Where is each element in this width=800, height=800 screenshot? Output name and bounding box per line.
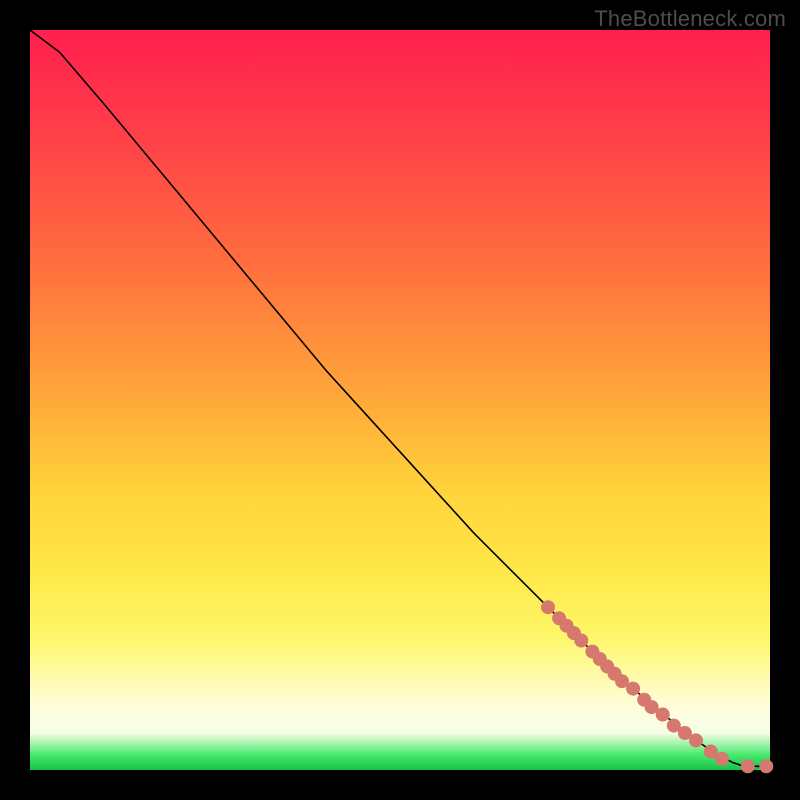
data-marker — [715, 752, 729, 766]
data-marker — [759, 759, 773, 773]
curve-line — [30, 30, 770, 766]
data-marker — [626, 682, 640, 696]
chart-frame: TheBottleneck.com — [0, 0, 800, 800]
data-marker — [741, 759, 755, 773]
data-marker — [541, 600, 555, 614]
curve-path — [30, 30, 770, 766]
data-marker — [656, 708, 670, 722]
watermark-text: TheBottleneck.com — [594, 6, 786, 32]
marker-group — [541, 600, 773, 773]
data-marker — [574, 634, 588, 648]
chart-svg — [30, 30, 770, 770]
plot-area — [30, 30, 770, 770]
data-marker — [689, 733, 703, 747]
